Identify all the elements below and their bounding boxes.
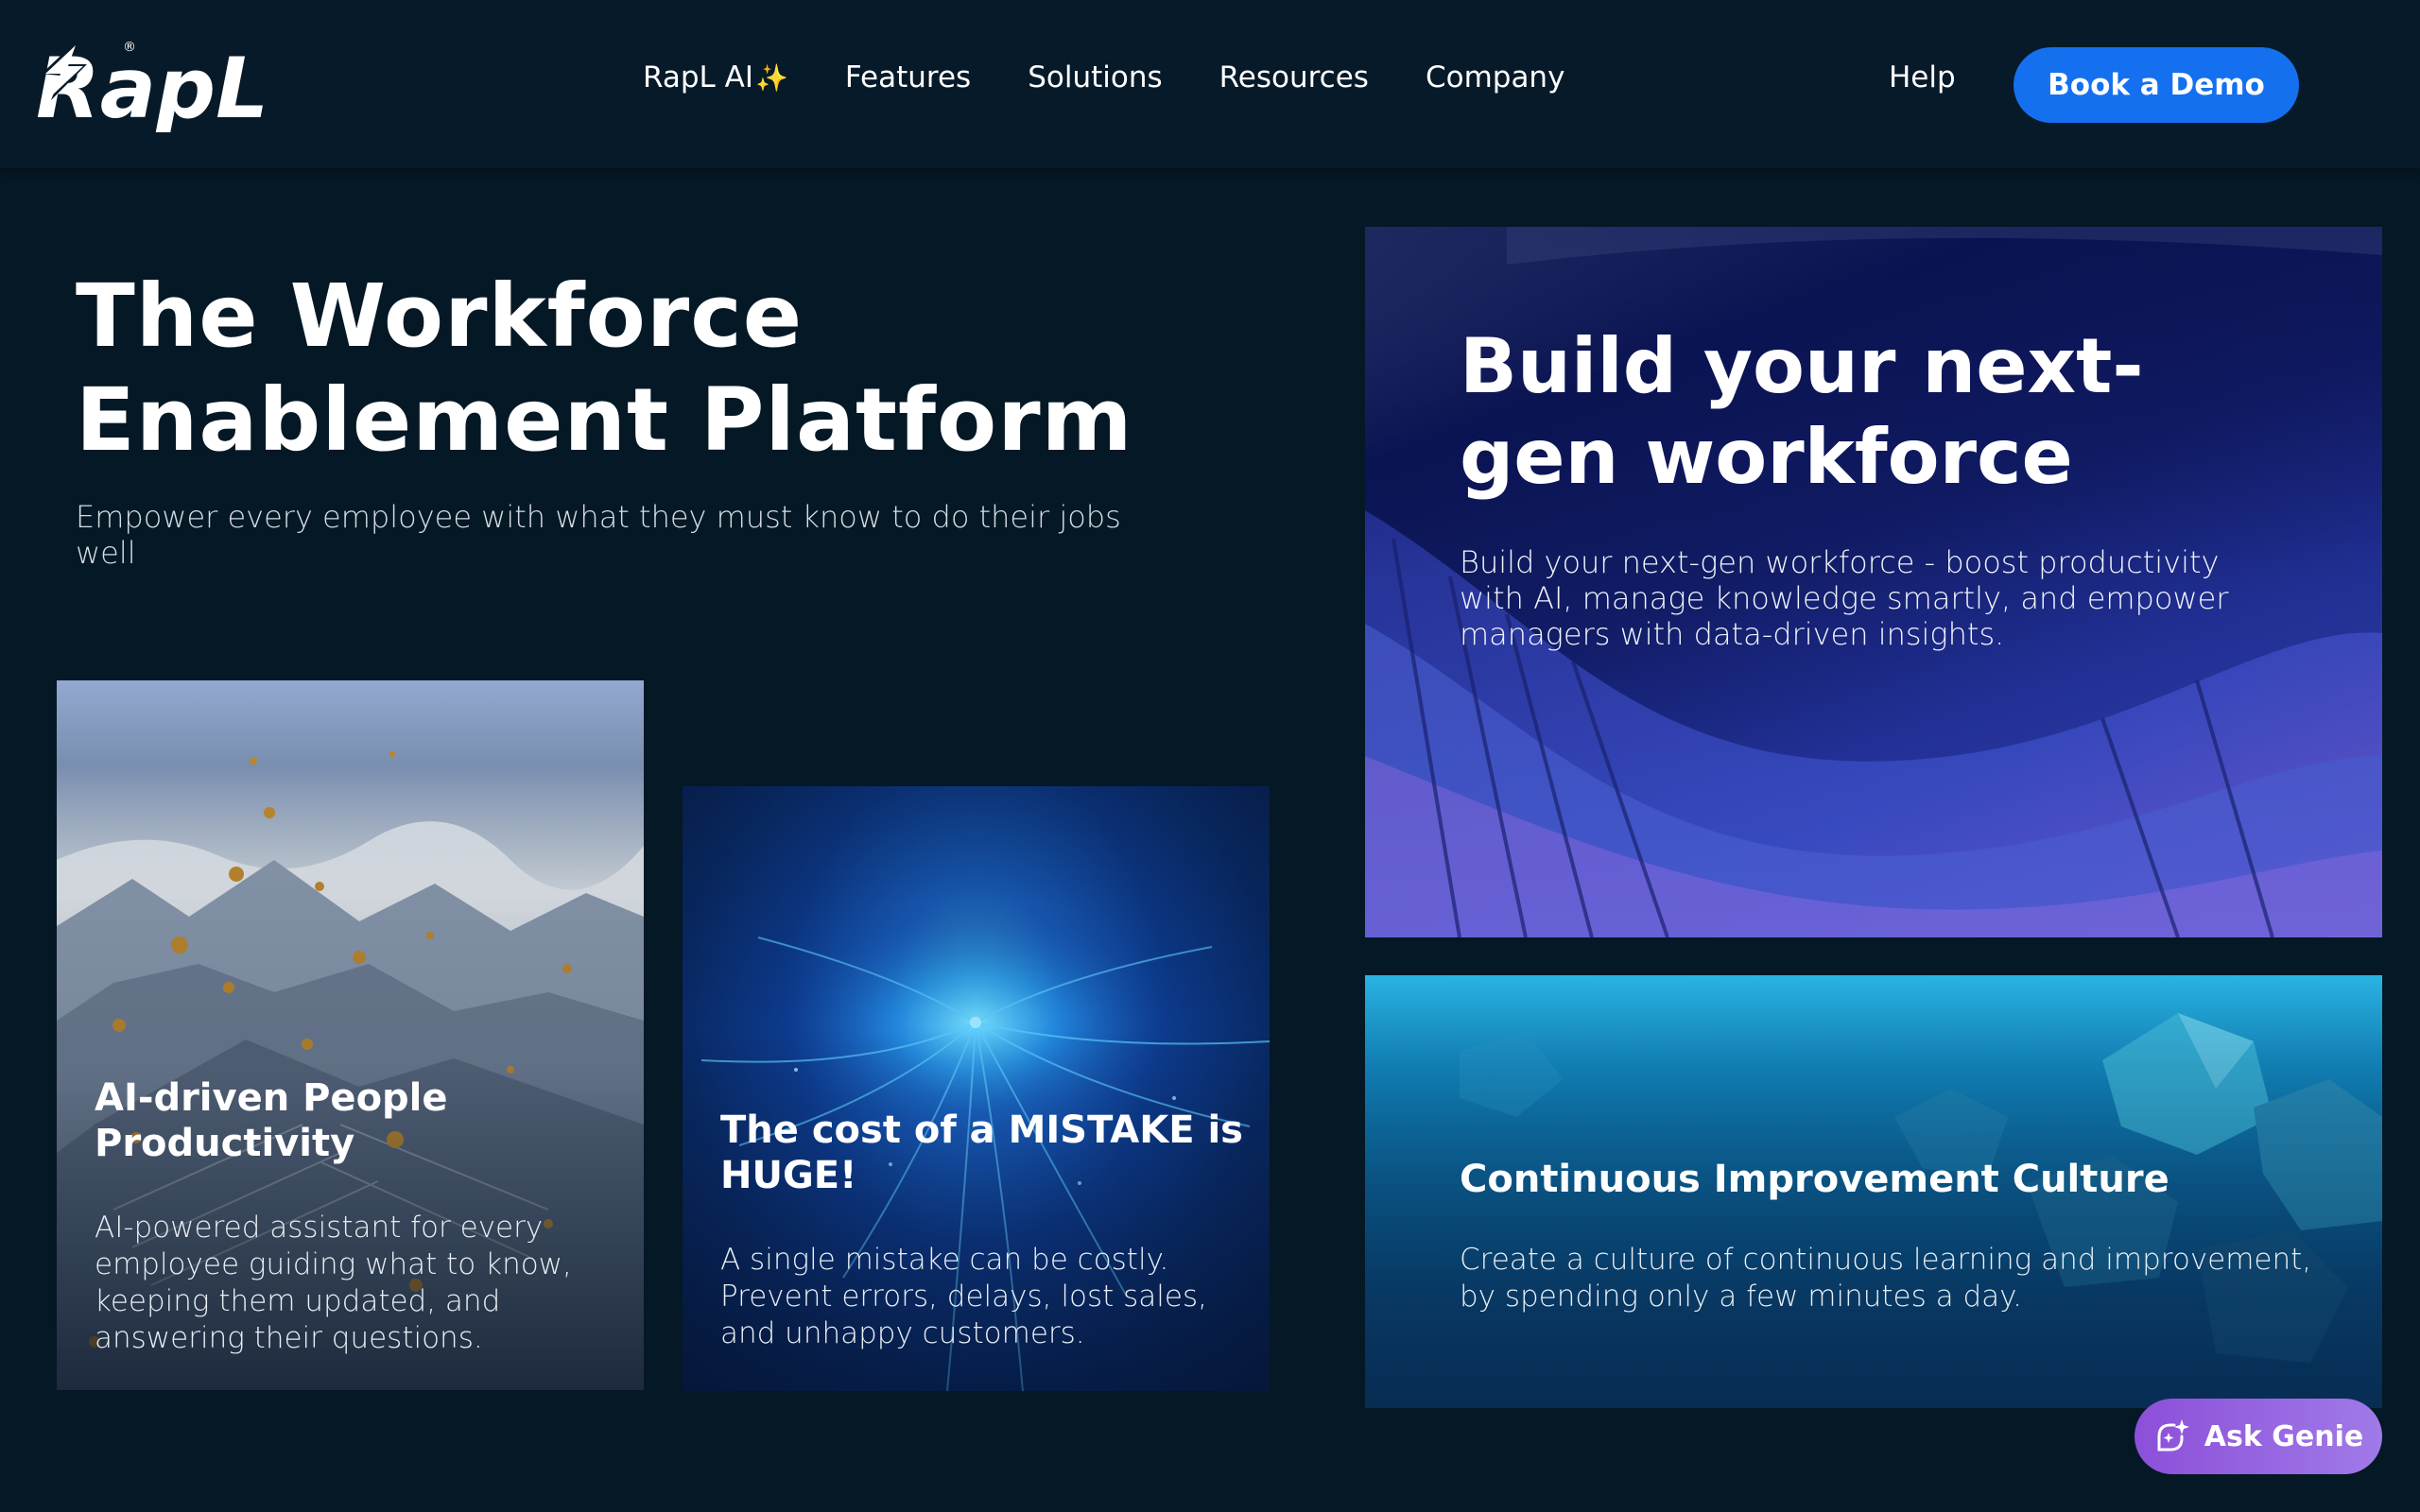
card-build-title: Build your next-gen workforce — [1460, 322, 2144, 501]
nav-item-features[interactable]: Features — [845, 60, 971, 94]
nav-item-solutions[interactable]: Solutions — [1028, 60, 1162, 94]
card-ai-description: AI-powered assistant for every employee … — [95, 1211, 572, 1355]
genie-sparkle-icon — [2157, 1419, 2189, 1452]
card-next-gen-workforce[interactable]: Build your next-gen workforce Build your… — [1365, 227, 2382, 937]
card-ai-text: AI-driven People Productivity AI-powered… — [95, 1075, 624, 1357]
top-navbar: RapL ® RapL AI ✨ Features Solutions Resou… — [0, 0, 2420, 168]
nav-item-company-label: Company — [1425, 60, 1565, 94]
rapl-logo[interactable]: RapL ® — [36, 36, 272, 132]
card-continuous-improvement[interactable]: Continuous Improvement Culture Create a … — [1365, 975, 2382, 1408]
card-ai-title: AI-driven People Productivity — [95, 1076, 448, 1165]
card-culture-title: Continuous Improvement Culture — [1460, 1158, 2169, 1201]
card-culture-description: Create a culture of continuous learning … — [1460, 1243, 2312, 1314]
nav-item-solutions-label: Solutions — [1028, 60, 1163, 94]
card-mistake-title: The cost of a MISTAKE is HUGE! — [720, 1108, 1243, 1197]
card-cost-of-mistake[interactable]: The cost of a MISTAKE is HUGE! A single … — [683, 786, 1270, 1391]
nav-item-features-label: Features — [844, 60, 972, 94]
ask-genie-button[interactable]: Ask Genie — [2135, 1399, 2382, 1474]
card-mistake-text: The cost of a MISTAKE is HUGE! A single … — [720, 1108, 1250, 1352]
card-ai-productivity[interactable]: AI-driven People Productivity AI-powered… — [57, 680, 644, 1390]
card-culture-text: Continuous Improvement Culture Create a … — [1460, 1157, 2329, 1315]
card-build-description: Build your next-gen workforce - boost pr… — [1460, 544, 2229, 652]
page: RapL ® RapL AI ✨ Features Solutions Resou… — [0, 0, 2420, 1512]
nav-item-resources[interactable]: Resources — [1219, 60, 1369, 94]
hero-title-line2: Enablement Platform — [76, 369, 1133, 471]
hero-title-line1: The Workforce — [76, 266, 804, 367]
hero-subtitle: Empower every employee with what they mu… — [76, 499, 1121, 571]
card-build-text: Build your next-gen workforce Build your… — [1460, 321, 2273, 652]
book-demo-button[interactable]: Book a Demo — [2014, 47, 2299, 123]
main-menu: RapL AI ✨ Features Solutions Resources Co… — [643, 60, 1564, 94]
nav-item-resources-label: Resources — [1219, 60, 1369, 94]
nav-item-rapl-ai[interactable]: RapL AI ✨ — [643, 60, 788, 94]
help-link[interactable]: Help — [1889, 60, 1956, 94]
ask-genie-label: Ask Genie — [2204, 1419, 2364, 1453]
sparkle-icon: ✨ — [755, 61, 788, 94]
nav-item-rapl-ai-label: RapL AI — [643, 60, 754, 94]
svg-text:®: ® — [123, 40, 136, 55]
card-mistake-description: A single mistake can be costly. Prevent … — [720, 1243, 1207, 1350]
nav-item-company[interactable]: Company — [1426, 60, 1564, 94]
hero-title: The Workforce Enablement Platform — [76, 265, 1210, 472]
